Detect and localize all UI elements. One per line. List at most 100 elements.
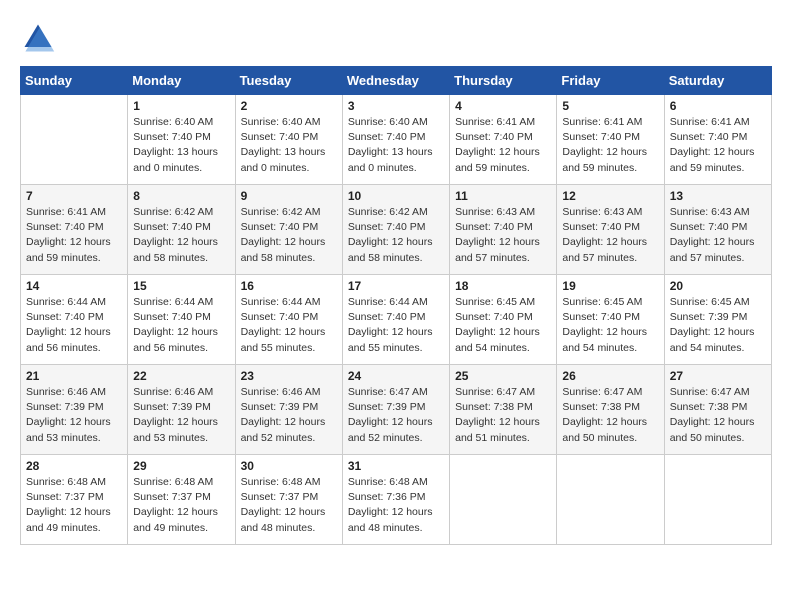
day-cell: 24 Sunrise: 6:47 AM Sunset: 7:39 PM Dayli… [342, 365, 449, 455]
day-cell: 9 Sunrise: 6:42 AM Sunset: 7:40 PM Daylig… [235, 185, 342, 275]
day-cell: 1Sunrise: 6:40 AM Sunset: 7:40 PM Daylig… [128, 95, 235, 185]
day-number: 15 [133, 279, 229, 293]
day-number: 31 [348, 459, 444, 473]
day-cell: 17 Sunrise: 6:44 AM Sunset: 7:40 PM Dayli… [342, 275, 449, 365]
day-cell: 19 Sunrise: 6:45 AM Sunset: 7:40 PM Dayli… [557, 275, 664, 365]
day-cell [450, 455, 557, 545]
day-number: 11 [455, 189, 551, 203]
day-number: 12 [562, 189, 658, 203]
day-cell: 18 Sunrise: 6:45 AM Sunset: 7:40 PM Dayli… [450, 275, 557, 365]
day-info: Sunrise: 6:42 AM Sunset: 7:40 PM Dayligh… [241, 205, 337, 266]
day-number: 9 [241, 189, 337, 203]
day-cell: 21Sunrise: 6:46 AM Sunset: 7:39 PM Dayli… [21, 365, 128, 455]
day-cell: 23 Sunrise: 6:46 AM Sunset: 7:39 PM Dayli… [235, 365, 342, 455]
day-number: 29 [133, 459, 229, 473]
day-info: Sunrise: 6:40 AM Sunset: 7:40 PM Dayligh… [133, 115, 229, 176]
day-cell: 25Sunrise: 6:47 AM Sunset: 7:38 PM Dayli… [450, 365, 557, 455]
day-number: 14 [26, 279, 122, 293]
calendar-table: SundayMondayTuesdayWednesdayThursdayFrid… [20, 66, 772, 545]
day-info: Sunrise: 6:40 AM Sunset: 7:40 PM Dayligh… [241, 115, 337, 176]
day-info: Sunrise: 6:47 AM Sunset: 7:39 PM Dayligh… [348, 385, 444, 446]
day-number: 24 [348, 369, 444, 383]
header-row: SundayMondayTuesdayWednesdayThursdayFrid… [21, 67, 772, 95]
day-info: Sunrise: 6:48 AM Sunset: 7:37 PM Dayligh… [133, 475, 229, 536]
day-number: 8 [133, 189, 229, 203]
day-number: 18 [455, 279, 551, 293]
page-header [20, 20, 772, 56]
day-info: Sunrise: 6:46 AM Sunset: 7:39 PM Dayligh… [133, 385, 229, 446]
day-info: Sunrise: 6:48 AM Sunset: 7:37 PM Dayligh… [241, 475, 337, 536]
day-number: 4 [455, 99, 551, 113]
day-number: 28 [26, 459, 122, 473]
day-info: Sunrise: 6:40 AM Sunset: 7:40 PM Dayligh… [348, 115, 444, 176]
day-info: Sunrise: 6:44 AM Sunset: 7:40 PM Dayligh… [26, 295, 122, 356]
day-number: 3 [348, 99, 444, 113]
day-info: Sunrise: 6:43 AM Sunset: 7:40 PM Dayligh… [670, 205, 766, 266]
day-number: 26 [562, 369, 658, 383]
day-info: Sunrise: 6:44 AM Sunset: 7:40 PM Dayligh… [348, 295, 444, 356]
day-info: Sunrise: 6:48 AM Sunset: 7:36 PM Dayligh… [348, 475, 444, 536]
day-number: 6 [670, 99, 766, 113]
logo-icon [20, 20, 56, 56]
day-cell: 31 Sunrise: 6:48 AM Sunset: 7:36 PM Dayli… [342, 455, 449, 545]
day-cell: 10 Sunrise: 6:42 AM Sunset: 7:40 PM Dayli… [342, 185, 449, 275]
day-cell: 7 Sunrise: 6:41 AM Sunset: 7:40 PM Daylig… [21, 185, 128, 275]
day-cell [557, 455, 664, 545]
day-info: Sunrise: 6:43 AM Sunset: 7:40 PM Dayligh… [455, 205, 551, 266]
day-number: 5 [562, 99, 658, 113]
day-cell: 30Sunrise: 6:48 AM Sunset: 7:37 PM Dayli… [235, 455, 342, 545]
day-info: Sunrise: 6:42 AM Sunset: 7:40 PM Dayligh… [348, 205, 444, 266]
day-info: Sunrise: 6:47 AM Sunset: 7:38 PM Dayligh… [562, 385, 658, 446]
day-number: 7 [26, 189, 122, 203]
day-info: Sunrise: 6:45 AM Sunset: 7:40 PM Dayligh… [455, 295, 551, 356]
day-info: Sunrise: 6:46 AM Sunset: 7:39 PM Dayligh… [241, 385, 337, 446]
day-cell: 13 Sunrise: 6:43 AM Sunset: 7:40 PM Dayli… [664, 185, 771, 275]
day-info: Sunrise: 6:44 AM Sunset: 7:40 PM Dayligh… [241, 295, 337, 356]
calendar-body: 1Sunrise: 6:40 AM Sunset: 7:40 PM Daylig… [21, 95, 772, 545]
day-cell: 26 Sunrise: 6:47 AM Sunset: 7:38 PM Dayli… [557, 365, 664, 455]
day-cell: 27Sunrise: 6:47 AM Sunset: 7:38 PM Dayli… [664, 365, 771, 455]
week-row-1: 1Sunrise: 6:40 AM Sunset: 7:40 PM Daylig… [21, 95, 772, 185]
column-header-monday: Monday [128, 67, 235, 95]
day-info: Sunrise: 6:42 AM Sunset: 7:40 PM Dayligh… [133, 205, 229, 266]
day-info: Sunrise: 6:43 AM Sunset: 7:40 PM Dayligh… [562, 205, 658, 266]
day-cell [21, 95, 128, 185]
column-header-thursday: Thursday [450, 67, 557, 95]
day-info: Sunrise: 6:41 AM Sunset: 7:40 PM Dayligh… [26, 205, 122, 266]
column-header-wednesday: Wednesday [342, 67, 449, 95]
day-cell: 6 Sunrise: 6:41 AM Sunset: 7:40 PM Daylig… [664, 95, 771, 185]
day-cell: 22 Sunrise: 6:46 AM Sunset: 7:39 PM Dayli… [128, 365, 235, 455]
day-number: 13 [670, 189, 766, 203]
day-number: 23 [241, 369, 337, 383]
day-number: 19 [562, 279, 658, 293]
day-number: 10 [348, 189, 444, 203]
day-info: Sunrise: 6:41 AM Sunset: 7:40 PM Dayligh… [670, 115, 766, 176]
day-cell: 14 Sunrise: 6:44 AM Sunset: 7:40 PM Dayli… [21, 275, 128, 365]
day-info: Sunrise: 6:41 AM Sunset: 7:40 PM Dayligh… [455, 115, 551, 176]
day-cell: 20 Sunrise: 6:45 AM Sunset: 7:39 PM Dayli… [664, 275, 771, 365]
week-row-4: 21 Sunrise: 6:46 AM Sunset: 7:39 PM Dayli… [21, 365, 772, 455]
day-number: 20 [670, 279, 766, 293]
column-header-friday: Friday [557, 67, 664, 95]
day-info: Sunrise: 6:48 AM Sunset: 7:37 PM Dayligh… [26, 475, 122, 536]
day-info: Sunrise: 6:41 AM Sunset: 7:40 PM Dayligh… [562, 115, 658, 176]
day-info: Sunrise: 6:45 AM Sunset: 7:40 PM Dayligh… [562, 295, 658, 356]
day-info: Sunrise: 6:45 AM Sunset: 7:39 PM Dayligh… [670, 295, 766, 356]
day-number: 21 [26, 369, 122, 383]
day-cell: 29 Sunrise: 6:48 AM Sunset: 7:37 PM Dayli… [128, 455, 235, 545]
week-row-2: 7 Sunrise: 6:41 AM Sunset: 7:40 PM Daylig… [21, 185, 772, 275]
day-cell: 3 Sunrise: 6:40 AM Sunset: 7:40 PM Daylig… [342, 95, 449, 185]
day-number: 22 [133, 369, 229, 383]
day-cell: 4 Sunrise: 6:41 AM Sunset: 7:40 PM Daylig… [450, 95, 557, 185]
day-number: 17 [348, 279, 444, 293]
column-header-sunday: Sunday [21, 67, 128, 95]
column-header-saturday: Saturday [664, 67, 771, 95]
day-cell: 28 Sunrise: 6:48 AM Sunset: 7:37 PM Dayli… [21, 455, 128, 545]
day-number: 16 [241, 279, 337, 293]
week-row-5: 28 Sunrise: 6:48 AM Sunset: 7:37 PM Dayli… [21, 455, 772, 545]
day-cell: 2Sunrise: 6:40 AM Sunset: 7:40 PM Daylig… [235, 95, 342, 185]
calendar-header: SundayMondayTuesdayWednesdayThursdayFrid… [21, 67, 772, 95]
day-cell: 11 Sunrise: 6:43 AM Sunset: 7:40 PM Dayli… [450, 185, 557, 275]
logo [20, 20, 60, 56]
day-number: 27 [670, 369, 766, 383]
